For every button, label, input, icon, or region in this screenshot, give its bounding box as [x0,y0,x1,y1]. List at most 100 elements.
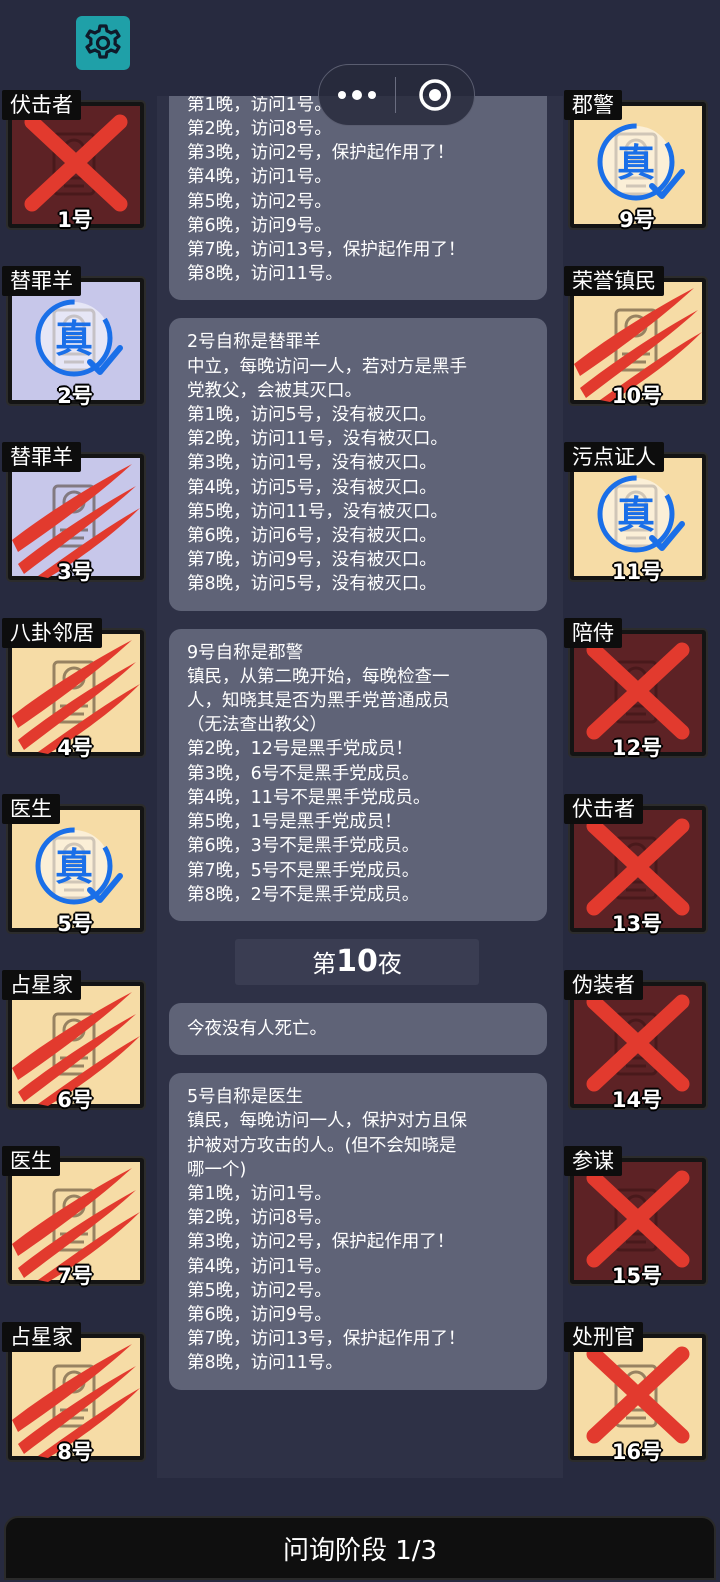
verified-stamp-icon: 真 [597,475,685,553]
log-line: 中立，每晚访问一人，若对方是黑手 [187,356,467,377]
player-card[interactable]: 伏击者 1号 [0,90,144,232]
player-card[interactable]: 占星家 8号 [0,1322,144,1464]
verified-stamp-text: 真 [617,141,655,185]
log-line: 第2晚，访问8号。 [187,1208,332,1229]
log-message: 9号自称是郡警 镇民，从第二晚开始，每晚检查一 人，知晓其是否为黑手党普通成员 （无法… [169,628,547,921]
player-number: 10号 [611,384,663,408]
log-line: 党教父，会被其灭口。 [187,380,362,401]
role-label: 陪侍 [564,618,622,648]
role-label: 荣誉镇民 [564,266,664,296]
player-card[interactable]: 真 替罪羊 2号 [0,266,144,408]
log-line: 第7晚，访问9号，没有被灭口。 [187,550,437,571]
player-card[interactable]: 陪侍 12号 [562,618,706,760]
phase-bar: 问询阶段 1/3 [4,1516,716,1580]
log-line: 第2晚，12号是黑手党成员！ [187,739,413,760]
close-button[interactable] [396,77,474,113]
log-line: 第1晚，访问5号，没有被灭口。 [187,405,437,426]
log-line: 第4晚，11号不是黑手党成员。 [187,787,431,808]
player-card[interactable]: 伏击者 13号 [562,794,706,936]
log-line: 第7晚，5号不是黑手党成员。 [187,860,420,881]
role-label: 占星家 [2,1322,81,1352]
log-line: 第4晚，访问1号。 [187,1256,332,1277]
log-line: 第8晚，2号不是黑手党成员。 [187,884,420,905]
role-label: 占星家 [2,970,81,1000]
log-line: 第1晚，访问1号。 [187,1183,332,1204]
player-card[interactable]: 荣誉镇民 10号 [562,266,706,408]
player-card[interactable]: 参谋 15号 [562,1146,706,1288]
log-line: 镇民，每晚访问一人，保护对方且保 [187,1111,467,1132]
log-line: 第5晚，1号是黑手党成员！ [187,812,402,833]
log-line: 第6晚，3号不是黑手党成员。 [187,836,420,857]
player-number: 5号 [57,912,93,936]
player-card[interactable]: 真 医生 5号 [0,794,144,936]
log-line: 第4晚，访问1号。 [187,167,332,188]
gear-icon [85,24,121,59]
game-log-panel[interactable]: 5号自称是医生镇民，每晚访问一人，保护对方且保护被对方攻击的人。(但不会知晓是哪… [157,96,563,1478]
night-number: 10 [336,944,378,980]
player-number: 2号 [57,384,93,408]
player-card[interactable]: 真 郡警 9号 [562,90,706,232]
player-number: 12号 [611,736,663,760]
player-number: 7号 [57,1264,93,1288]
no-death-message: 今夜没有人死亡。 [169,1002,547,1056]
player-number: 15号 [611,1264,663,1288]
player-number: 16号 [611,1440,663,1464]
log-line: 第5晚，访问11号，没有被灭口。 [187,501,448,522]
player-card[interactable]: 医生 7号 [0,1146,144,1288]
role-label: 伏击者 [2,90,81,120]
log-line: 第7晚，访问13号，保护起作用了！ [187,240,466,261]
phase-label: 问询阶段 1/3 [282,1535,438,1566]
player-number: 9号 [619,208,655,232]
eliminated-x-icon [586,642,690,740]
verified-stamp-icon: 真 [597,123,685,201]
verified-stamp-text: 真 [55,845,93,889]
player-card[interactable]: 处刑官 16号 [562,1322,706,1464]
verified-stamp-icon: 真 [35,299,123,377]
player-card[interactable]: 占星家 6号 [0,970,144,1112]
log-line: 护被对方攻击的人。(但不会知晓是 [187,1135,457,1156]
eliminated-x-icon [586,994,690,1092]
eliminated-x-icon [24,114,128,212]
record-circle-icon [419,79,451,111]
role-label: 处刑官 [564,1322,643,1352]
player-number: 14号 [611,1088,663,1112]
log-line: 第8晚，访问11号。 [187,264,343,285]
eliminated-x-icon [586,818,690,916]
log-line: 第5晚，访问2号。 [187,1280,332,1301]
night-suffix: 夜 [377,950,402,979]
log-line: 第6晚，访问6号，没有被灭口。 [187,526,437,547]
player-card[interactable]: 八卦邻居 4号 [0,618,144,760]
settings-button[interactable] [76,16,130,70]
player-number: 1号 [57,208,93,232]
log-line: 第5晚，访问2号。 [187,191,332,212]
log-line: 5号自称是医生 [187,1087,304,1108]
role-label: 八卦邻居 [2,618,102,648]
player-card[interactable]: 真 污点证人 11号 [562,442,706,584]
role-label: 伪装者 [564,970,643,1000]
log-message: 2号自称是替罪羊中立，每晚访问一人，若对方是黑手 党教父，会被其灭口。第1晚，访问… [169,318,547,611]
log-line: 第7晚，访问13号，保护起作用了！ [187,1329,466,1350]
player-number: 13号 [611,912,663,936]
role-label: 医生 [2,1146,60,1176]
log-line: 第8晚，访问11号。 [187,1353,343,1374]
player-card[interactable]: 替罪羊 3号 [0,442,144,584]
role-label: 替罪羊 [2,442,81,472]
log-line: 第3晚，访问1号，没有被灭口。 [187,453,437,474]
night-prefix: 第 [312,950,337,979]
mini-program-capsule [318,64,475,126]
player-number: 8号 [57,1440,93,1464]
log-message: 5号自称是医生镇民，每晚访问一人，保护对方且保护被对方攻击的人。(但不会知晓是哪… [169,1073,547,1390]
eliminated-x-icon [586,1170,690,1268]
log-line: 第6晚，访问9号。 [187,215,332,236]
log-line: （无法查出教父） [187,715,327,736]
player-card[interactable]: 伪装者 14号 [562,970,706,1112]
log-line: 2号自称是替罪羊 [187,332,321,353]
more-dots-icon[interactable] [319,89,395,100]
log-line: 哪一个) [187,1159,247,1180]
role-label: 替罪羊 [2,266,81,296]
player-number: 3号 [57,560,93,584]
no-death-text: 今夜没有人死亡。 [187,1018,327,1039]
verified-stamp-text: 真 [617,493,655,537]
role-label: 污点证人 [564,442,664,472]
role-label: 医生 [2,794,60,824]
